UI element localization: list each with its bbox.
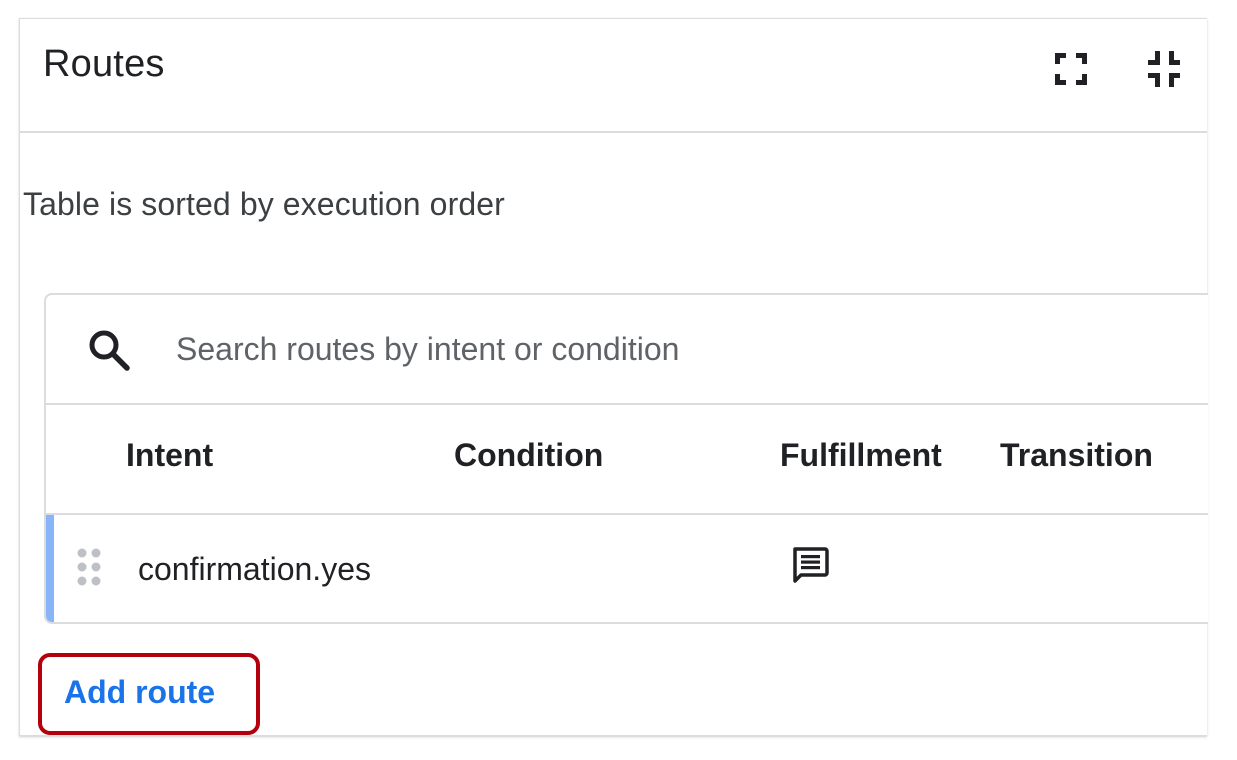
search-bar: [46, 295, 1208, 405]
panel-header: Routes: [20, 19, 1207, 133]
search-input[interactable]: [176, 321, 1136, 377]
row-intent-cell: confirmation.yes: [138, 551, 371, 587]
row-selection-marker: [46, 515, 54, 622]
add-route-button[interactable]: Add route: [64, 674, 215, 711]
fullscreen-icon[interactable]: [1051, 49, 1091, 89]
column-header-fulfillment[interactable]: Fulfillment: [780, 437, 942, 474]
drag-handle-icon[interactable]: [76, 547, 102, 591]
column-header-transition[interactable]: Transition: [1000, 437, 1153, 474]
table-header-row: Intent Condition Fulfillment Transition: [46, 405, 1208, 515]
column-header-intent[interactable]: Intent: [126, 437, 213, 474]
column-header-condition[interactable]: Condition: [454, 437, 603, 474]
sort-order-note: Table is sorted by execution order: [23, 186, 505, 222]
routes-table: Intent Condition Fulfillment Transition …: [44, 293, 1208, 624]
panel-title: Routes: [43, 43, 165, 85]
table-row[interactable]: confirmation.yes: [46, 515, 1208, 622]
message-icon: [790, 545, 830, 585]
search-icon: [86, 327, 132, 373]
fullscreen-exit-icon[interactable]: [1144, 49, 1184, 89]
